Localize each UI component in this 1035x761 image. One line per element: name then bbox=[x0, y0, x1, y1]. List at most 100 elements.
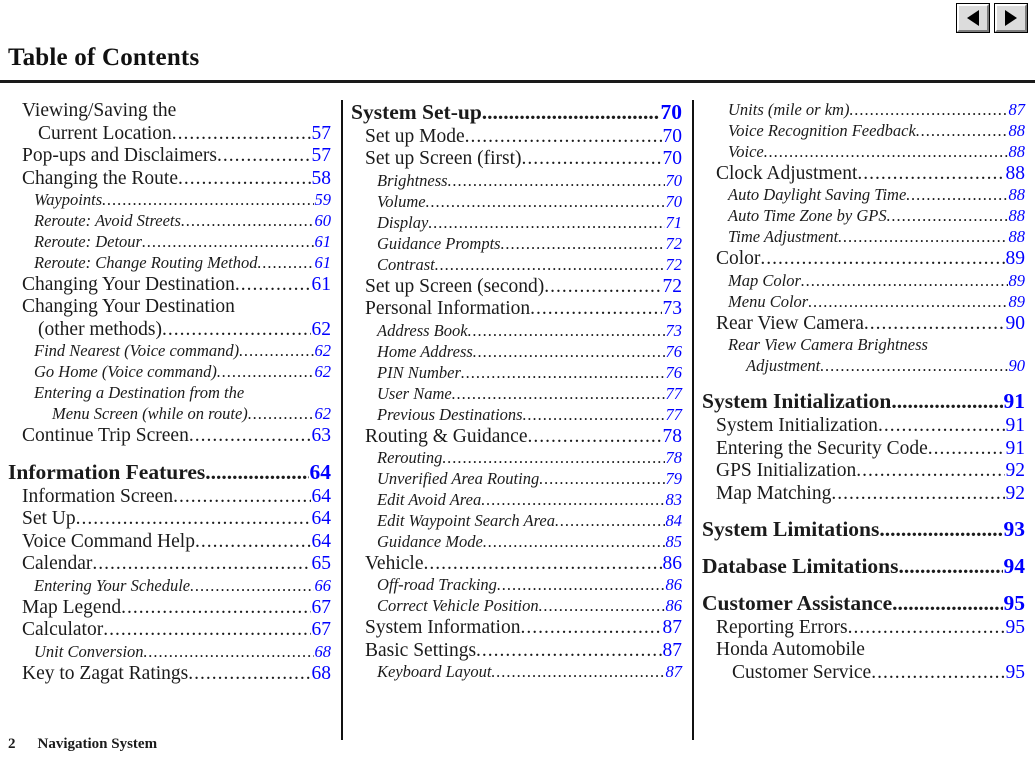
toc-entry[interactable]: Voice Command Help 64 bbox=[8, 531, 331, 554]
toc-entry[interactable]: Map Legend 67 bbox=[8, 597, 331, 620]
toc-entry[interactable]: Clock Adjustment 88 bbox=[702, 163, 1025, 186]
toc-entry[interactable]: Entering a Destination from the Menu Scre… bbox=[8, 383, 331, 425]
toc-page-number[interactable]: 88 bbox=[1008, 206, 1026, 227]
toc-entry[interactable]: System Initialization 91 bbox=[702, 389, 1025, 414]
toc-page-number[interactable]: 87 bbox=[1008, 100, 1026, 121]
toc-entry[interactable]: Unit Conversion 68 bbox=[8, 642, 331, 663]
toc-page-number[interactable]: 79 bbox=[665, 469, 683, 490]
toc-page-number[interactable]: 95 bbox=[1003, 591, 1026, 616]
toc-page-number[interactable]: 66 bbox=[314, 576, 332, 597]
toc-entry[interactable]: Customer Assistance 95 bbox=[702, 591, 1025, 616]
toc-page-number[interactable]: 72 bbox=[662, 276, 683, 299]
toc-page-number[interactable]: 77 bbox=[665, 405, 683, 426]
toc-page-number[interactable]: 90 bbox=[1005, 313, 1026, 336]
toc-entry[interactable]: Color 89 bbox=[702, 248, 1025, 271]
toc-entry[interactable]: Set up Mode 70 bbox=[351, 126, 682, 149]
toc-entry[interactable]: Set up Screen (second) 72 bbox=[351, 276, 682, 299]
toc-entry[interactable]: Reporting Errors 95 bbox=[702, 617, 1025, 640]
toc-page-number[interactable]: 64 bbox=[309, 460, 332, 485]
toc-page-number[interactable]: 73 bbox=[662, 298, 683, 321]
toc-page-number[interactable]: 64 bbox=[311, 486, 332, 509]
toc-entry[interactable]: Menu Color 89 bbox=[702, 292, 1025, 313]
toc-entry[interactable]: Changing Your Destination 61 bbox=[8, 274, 331, 297]
toc-entry[interactable]: Information Features 64 bbox=[8, 460, 331, 485]
toc-entry[interactable]: Home Address 76 bbox=[351, 342, 682, 363]
toc-page-number[interactable]: 94 bbox=[1003, 554, 1026, 579]
toc-entry[interactable]: Previous Destinations 77 bbox=[351, 405, 682, 426]
toc-entry[interactable]: Changing the Route 58 bbox=[8, 168, 331, 191]
toc-page-number[interactable]: 95 bbox=[1005, 662, 1026, 685]
toc-page-number[interactable]: 87 bbox=[662, 617, 683, 640]
toc-entry[interactable]: Map Matching 92 bbox=[702, 483, 1025, 506]
toc-page-number[interactable]: 85 bbox=[665, 532, 683, 553]
toc-page-number[interactable]: 58 bbox=[311, 168, 332, 191]
toc-page-number[interactable]: 76 bbox=[665, 363, 683, 384]
toc-page-number[interactable]: 62 bbox=[314, 404, 332, 425]
toc-page-number[interactable]: 61 bbox=[314, 232, 332, 253]
toc-entry[interactable]: Go Home (Voice command) 62 bbox=[8, 362, 331, 383]
toc-page-number[interactable]: 68 bbox=[311, 663, 332, 686]
toc-page-number[interactable]: 88 bbox=[1008, 121, 1026, 142]
toc-page-number[interactable]: 83 bbox=[665, 490, 683, 511]
toc-entry[interactable]: Changing Your Destination (other methods)… bbox=[8, 296, 331, 341]
toc-entry[interactable]: System Set-up 70 bbox=[351, 100, 682, 125]
toc-entry[interactable]: Guidance Prompts 72 bbox=[351, 234, 682, 255]
toc-entry[interactable]: Calculator 67 bbox=[8, 619, 331, 642]
toc-page-number[interactable]: 70 bbox=[660, 100, 683, 125]
toc-entry[interactable]: Unverified Area Routing 79 bbox=[351, 469, 682, 490]
toc-entry[interactable]: Waypoints 59 bbox=[8, 190, 331, 211]
toc-page-number[interactable]: 84 bbox=[665, 511, 683, 532]
toc-page-number[interactable]: 73 bbox=[665, 321, 683, 342]
toc-entry[interactable]: Map Color 89 bbox=[702, 271, 1025, 292]
toc-entry[interactable]: Reroute: Avoid Streets 60 bbox=[8, 211, 331, 232]
toc-page-number[interactable]: 70 bbox=[665, 171, 683, 192]
toc-entry[interactable]: Keyboard Layout 87 bbox=[351, 662, 682, 683]
toc-page-number[interactable]: 92 bbox=[1005, 460, 1026, 483]
toc-entry[interactable]: GPS Initialization 92 bbox=[702, 460, 1025, 483]
toc-page-number[interactable]: 59 bbox=[314, 190, 332, 211]
toc-page-number[interactable]: 62 bbox=[311, 319, 332, 342]
toc-page-number[interactable]: 91 bbox=[1005, 415, 1026, 438]
toc-entry[interactable]: Continue Trip Screen 63 bbox=[8, 425, 331, 448]
toc-entry[interactable]: Set Up 64 bbox=[8, 508, 331, 531]
toc-entry[interactable]: Calendar 65 bbox=[8, 553, 331, 576]
toc-page-number[interactable]: 57 bbox=[311, 123, 332, 146]
toc-page-number[interactable]: 93 bbox=[1003, 517, 1026, 542]
toc-entry[interactable]: Information Screen 64 bbox=[8, 486, 331, 509]
toc-entry[interactable]: Brightness 70 bbox=[351, 171, 682, 192]
toc-page-number[interactable]: 89 bbox=[1008, 292, 1026, 313]
toc-entry[interactable]: Entering the Security Code 91 bbox=[702, 438, 1025, 461]
toc-entry[interactable]: Reroute: Detour 61 bbox=[8, 232, 331, 253]
toc-entry[interactable]: Database Limitations 94 bbox=[702, 554, 1025, 579]
toc-page-number[interactable]: 63 bbox=[311, 425, 332, 448]
toc-entry[interactable]: Correct Vehicle Position 86 bbox=[351, 596, 682, 617]
toc-entry[interactable]: Auto Daylight Saving Time 88 bbox=[702, 185, 1025, 206]
toc-page-number[interactable]: 78 bbox=[662, 426, 683, 449]
toc-entry[interactable]: Routing & Guidance 78 bbox=[351, 426, 682, 449]
toc-page-number[interactable]: 78 bbox=[665, 448, 683, 469]
toc-entry[interactable]: Vehicle 86 bbox=[351, 553, 682, 576]
toc-page-number[interactable]: 60 bbox=[314, 211, 332, 232]
toc-page-number[interactable]: 67 bbox=[311, 597, 332, 620]
toc-page-number[interactable]: 95 bbox=[1005, 617, 1026, 640]
toc-page-number[interactable]: 72 bbox=[665, 255, 683, 276]
toc-entry[interactable]: Key to Zagat Ratings 68 bbox=[8, 663, 331, 686]
toc-entry[interactable]: System Limitations 93 bbox=[702, 517, 1025, 542]
toc-page-number[interactable]: 70 bbox=[662, 126, 683, 149]
toc-entry[interactable]: System Information 87 bbox=[351, 617, 682, 640]
toc-page-number[interactable]: 92 bbox=[1005, 483, 1026, 506]
toc-page-number[interactable]: 89 bbox=[1005, 248, 1026, 271]
toc-entry[interactable]: Display 71 bbox=[351, 213, 682, 234]
toc-entry[interactable]: Rerouting 78 bbox=[351, 448, 682, 469]
toc-entry[interactable]: Set up Screen (first) 70 bbox=[351, 148, 682, 171]
toc-page-number[interactable]: 90 bbox=[1008, 356, 1026, 377]
toc-page-number[interactable]: 88 bbox=[1008, 142, 1026, 163]
toc-page-number[interactable]: 61 bbox=[311, 274, 332, 297]
toc-entry[interactable]: Voice Recognition Feedback 88 bbox=[702, 121, 1025, 142]
toc-page-number[interactable]: 87 bbox=[662, 640, 683, 663]
toc-entry[interactable]: Time Adjustment 88 bbox=[702, 227, 1025, 248]
toc-entry[interactable]: Rear View Camera 90 bbox=[702, 313, 1025, 336]
toc-entry[interactable]: Edit Avoid Area 83 bbox=[351, 490, 682, 511]
toc-page-number[interactable]: 64 bbox=[311, 508, 332, 531]
toc-page-number[interactable]: 57 bbox=[311, 145, 332, 168]
